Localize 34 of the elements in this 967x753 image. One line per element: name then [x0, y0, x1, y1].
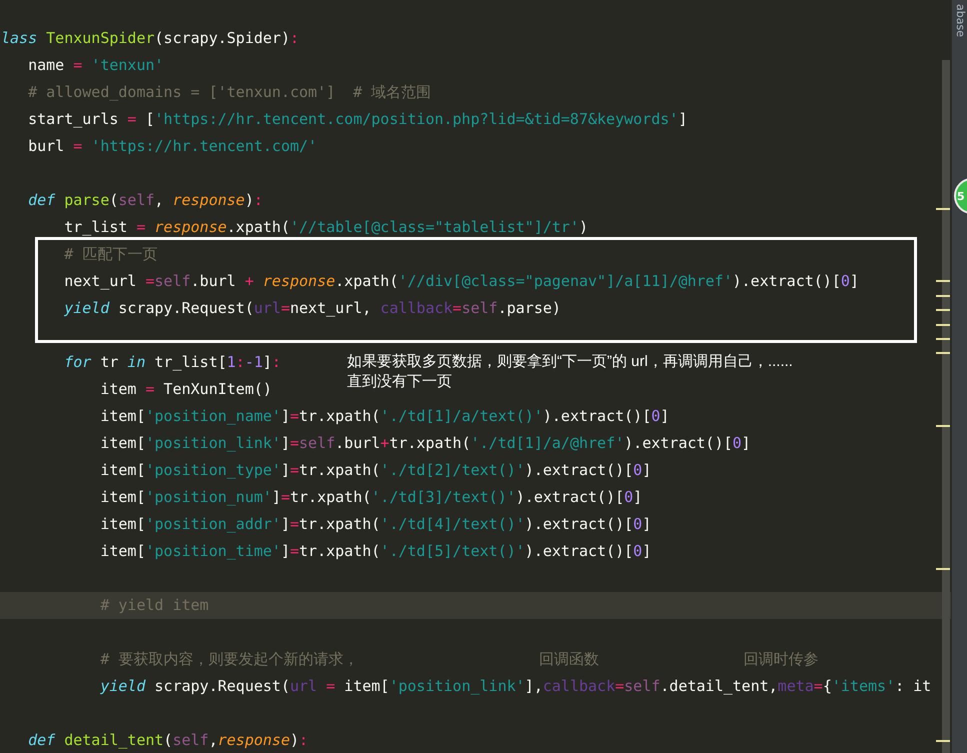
code-line: def parse(self, response): — [27, 190, 263, 211]
marker-tick[interactable] — [936, 352, 950, 354]
code-line: item['position_addr']=tr.xpath('./td[4]/text()').extract()[0] — [99, 514, 652, 535]
code-line: lass TenxunSpider(scrapy.Spider): — [0, 28, 300, 49]
tool-window-tab[interactable]: abase — [954, 4, 967, 37]
code-line: name = 'tenxun' — [27, 55, 164, 76]
code-line: yield scrapy.Request(url = item['position_link'],callback=self.detail_tent,meta={'items': it — [99, 676, 932, 697]
code-line: start_urls = ['https://hr.tencent.com/position.php?lid=&tid=87&keywords'] — [27, 109, 688, 130]
marker-tick[interactable] — [936, 425, 950, 427]
marker-tick[interactable] — [936, 295, 950, 297]
code-line: yield scrapy.Request(url=next_url, callback=self.parse) — [63, 298, 561, 319]
code-line: # 要获取内容，则要发起个新的请求， 回调函数 回调时传参 — [99, 649, 818, 670]
scrollbar-thumb[interactable] — [942, 60, 950, 753]
marker-tick[interactable] — [936, 568, 950, 570]
marker-tick[interactable] — [936, 309, 950, 311]
marker-tick[interactable] — [936, 338, 950, 340]
code-line: next_url =self.burl + response.xpath('//div[@class="pagenav"]/a[11]/@href').extract()[0] — [63, 271, 859, 292]
annotation-note: 如果要获取多页数据，则要拿到“下一页”的 url，再调调用自己，...... 直到没有下一页 — [347, 352, 793, 392]
marker-tick[interactable] — [936, 324, 950, 326]
code-line: # 匹配下一页 — [63, 244, 158, 265]
marker-tick[interactable] — [936, 280, 950, 282]
code-line: item['position_link']=self.burl+tr.xpath('./td[1]/a/@href').extract()[0] — [99, 433, 751, 454]
code-line: for tr in tr_list[1:-1]: — [63, 352, 281, 373]
code-line: burl = 'https://hr.tencent.com/' — [27, 136, 318, 157]
code-line: item['position_num']=tr.xpath('./td[3]/text()').extract()[0] — [99, 487, 642, 508]
code-line: # allowed_domains = ['tenxun.com'] # 域名范围 — [27, 82, 432, 103]
code-line: item['position_name']=tr.xpath('./td[1]/a/text()').extract()[0] — [99, 406, 670, 427]
marker-tick[interactable] — [936, 208, 950, 210]
code-line: item = TenXunItem() — [99, 379, 272, 400]
code-line: tr_list = response.xpath('//table[@class="tablelist"]/tr') — [63, 217, 588, 238]
marker-tick[interactable] — [936, 740, 950, 742]
code-line: item['position_type']=tr.xpath('./td[2]/text()').extract()[0] — [99, 460, 652, 481]
code-line: item['position_time']=tr.xpath('./td[5]/text()').extract()[0] — [99, 541, 652, 562]
code-line: def detail_tent(self,response): — [27, 730, 308, 751]
